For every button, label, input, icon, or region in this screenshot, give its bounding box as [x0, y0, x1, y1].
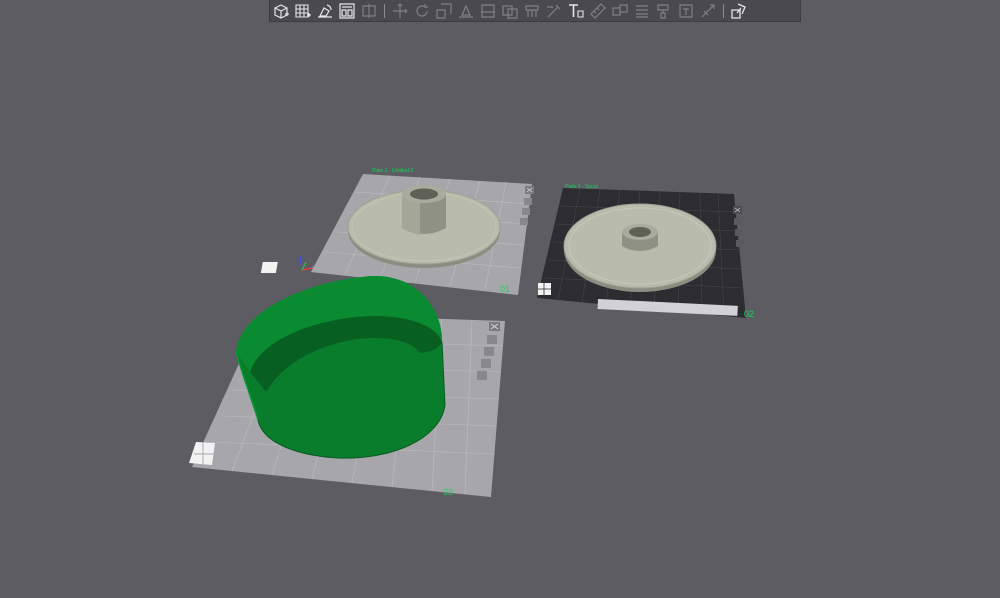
plate-01-name[interactable]: Plate 1 - Untitled.3 — [372, 168, 413, 174]
plate-01[interactable]: Plate 1 - Untitled.3 01 — [260, 168, 534, 295]
arrange-plate-icon[interactable] — [735, 229, 743, 236]
ring-model[interactable] — [235, 275, 446, 459]
plate-03[interactable]: 03 — [189, 275, 505, 497]
arrange-plate-icon[interactable] — [522, 208, 530, 215]
lock-plate-icon[interactable] — [524, 198, 532, 205]
settings-plate-icon[interactable] — [736, 240, 744, 247]
settings-plate-icon[interactable] — [520, 218, 528, 225]
lock-plate-icon[interactable] — [734, 218, 742, 225]
settings-plate-icon[interactable] — [477, 371, 487, 380]
plate-02-number: 02 — [744, 309, 754, 319]
axis-gizmo — [299, 255, 313, 271]
plate-02-logo — [538, 283, 551, 295]
slice-plate-icon[interactable] — [481, 359, 491, 368]
plate-03-logo — [189, 442, 215, 465]
plate-02-name[interactable]: Plate 2 - Spool — [565, 184, 598, 190]
plate-02[interactable]: Plate 2 - Spool 02 — [537, 184, 754, 319]
spool-model[interactable] — [563, 203, 717, 292]
lock-plate-icon[interactable] — [487, 335, 497, 344]
plate-03-number: 03 — [443, 487, 453, 497]
arrange-plate-icon[interactable] — [484, 347, 494, 356]
3d-viewport[interactable]: Plate 1 - Untitled.3 01 Plate 2 - Spool … — [0, 0, 1000, 598]
plate-01-number: 01 — [500, 284, 510, 294]
